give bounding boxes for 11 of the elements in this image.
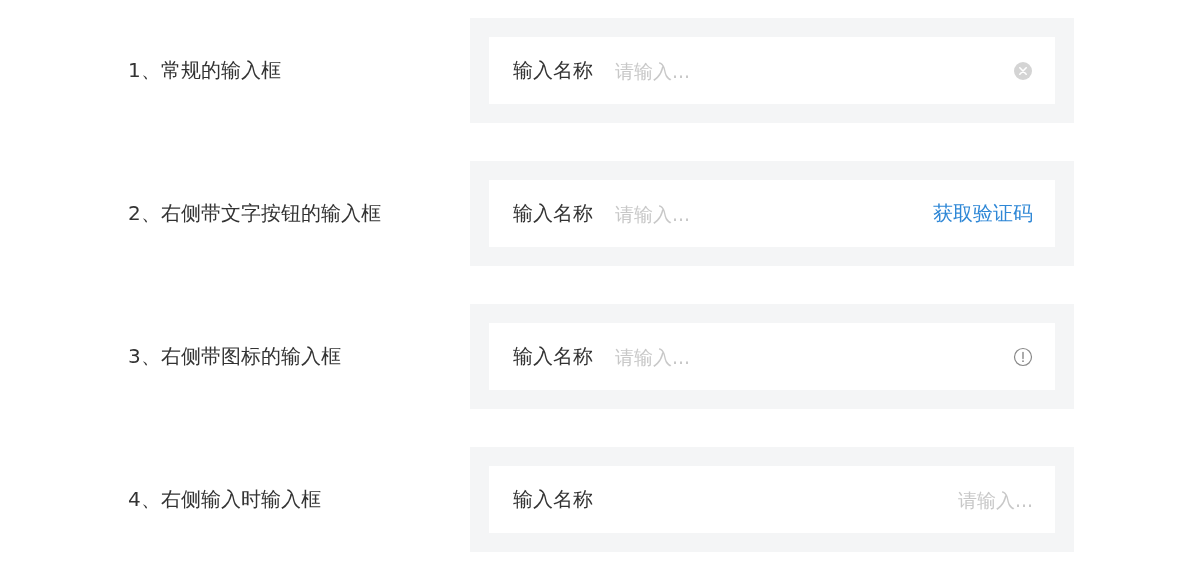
clear-icon[interactable] — [1013, 60, 1033, 81]
info-icon — [1013, 346, 1033, 367]
field-label: 输入名称 — [513, 486, 593, 513]
field-label: 输入名称 — [513, 343, 593, 370]
field-label: 输入名称 — [513, 200, 593, 227]
example-title: 2、右侧带文字按钮的输入框 — [127, 200, 382, 227]
example-title: 3、右侧带图标的输入框 — [127, 343, 342, 370]
field-label: 输入名称 — [513, 57, 593, 84]
example-title: 1、常规的输入框 — [127, 57, 282, 84]
verification-code-button[interactable]: 获取验证码 — [933, 200, 1033, 227]
example-title: 4、右侧输入时输入框 — [127, 486, 322, 513]
